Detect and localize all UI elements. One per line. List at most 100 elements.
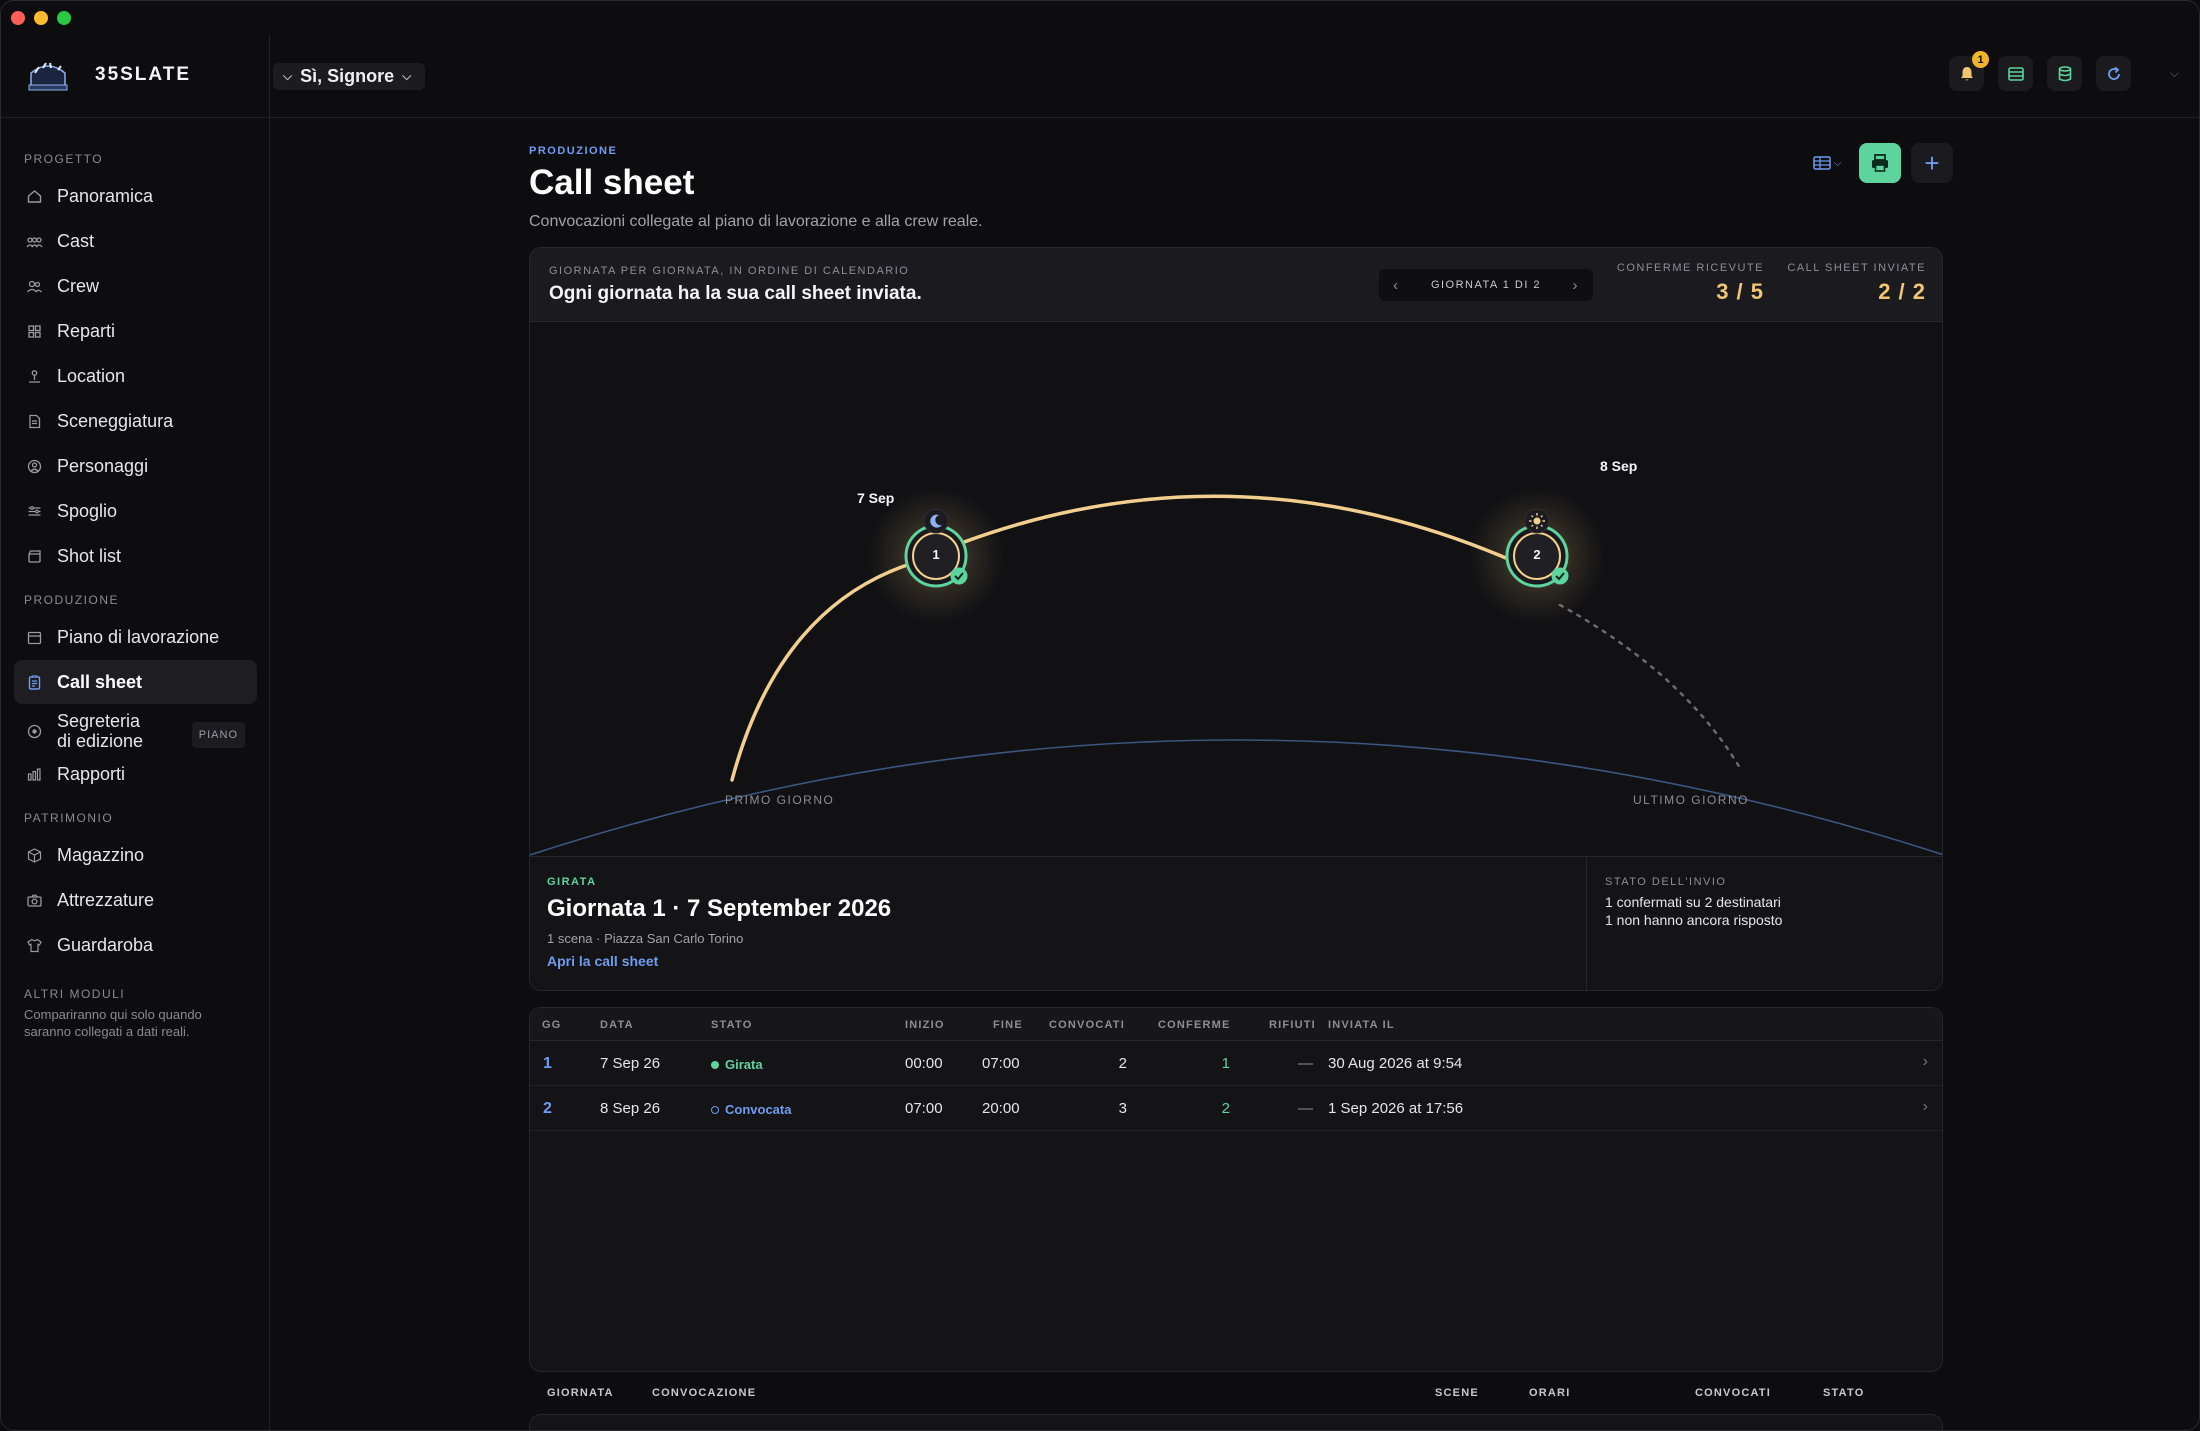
panel-eyebrow: GIORNATA PER GIORNATA, IN ORDINE DI CALE… [549, 265, 910, 277]
column-header-scene: SCENE [1435, 1387, 1479, 1399]
send-status: STATO DELL'INVIO 1 confermati su 2 desti… [1605, 876, 1782, 928]
view-mode-toggle[interactable]: ⌵ [1805, 144, 1849, 182]
open-call-sheet-link[interactable]: Apri la call sheet [547, 953, 658, 969]
status-dot-icon [711, 1060, 719, 1069]
column-header-stato: STATO [711, 1019, 753, 1031]
refresh-button[interactable] [2096, 56, 2131, 91]
refresh-icon [2107, 66, 2120, 80]
sidebar-item-label: Panoramica [57, 185, 154, 206]
cell-stato: Convocata [711, 1102, 791, 1117]
table-row[interactable]: 2 8 Sep 26 Convocata 07:00 20:00 3 2 — 1… [530, 1086, 1942, 1131]
camera-icon [26, 892, 43, 909]
project-selector[interactable]: ⌵ Sì, Signore ⌵ [273, 63, 426, 90]
sidebar-item-label: Crew [57, 275, 100, 296]
sidebar-item-label: Personaggi [57, 455, 149, 476]
section-label-progetto: PROGETTO [24, 152, 104, 166]
cell-convocati: 2 [1118, 1055, 1127, 1072]
stat-label: CALL SHEET INVIATE [1787, 262, 1926, 274]
day-navigator: ‹ GIORNATA 1 DI 2 › [1379, 269, 1593, 301]
first-day-label: PRIMO GIORNO [725, 793, 835, 807]
pin-icon [26, 368, 43, 385]
sidebar-item-cast[interactable]: Cast [14, 219, 257, 263]
cell-inizio: 00:00 [905, 1055, 943, 1072]
maximize-window-button[interactable] [57, 11, 71, 25]
sidebar-item-label: Attrezzature [57, 889, 155, 910]
sidebar-item-attrezzature[interactable]: Attrezzature [14, 878, 257, 922]
chevron-down-icon: ⌵ [283, 69, 293, 83]
sidebar-item-spoglio[interactable]: Spoglio [14, 489, 257, 533]
chevron-down-icon: ⌵ [1833, 157, 1842, 169]
send-status-confirmed: 1 confermati su 2 destinatari [1605, 894, 1781, 910]
close-window-button[interactable] [11, 11, 25, 25]
day-summary: GIRATA Giornata 1 · 7 September 2026 1 s… [547, 857, 1587, 990]
table-header: GG DATA STATO INIZIO FINE CONVOCATI CONF… [530, 1008, 1942, 1041]
sidebar-item-personaggi[interactable]: Personaggi [14, 444, 257, 488]
sidebar-item-segreteria-di-edizione[interactable]: Segreteria di edizione PIANO [14, 705, 257, 757]
header-actions: ⌵ + [1805, 143, 1953, 183]
plan-badge: PIANO [191, 722, 245, 748]
day-1-date-label: 7 Sep [857, 490, 895, 506]
day-2-date-label: 8 Sep [1600, 458, 1638, 474]
sidebar-item-label: Rapporti [57, 763, 126, 784]
print-button[interactable] [1859, 143, 1901, 183]
sidebar-item-location[interactable]: Location [14, 354, 257, 398]
sidebar-item-rapporti[interactable]: Rapporti [14, 752, 257, 796]
project-name: Sì, Signore [300, 66, 395, 86]
sidebar-item-sceneggiatura[interactable]: Sceneggiatura [14, 399, 257, 443]
check-icon-bg [950, 567, 968, 585]
sidebar-item-guardaroba[interactable]: Guardaroba [14, 923, 257, 967]
day-navigator-label: GIORNATA 1 DI 2 [1430, 279, 1542, 291]
window-controls [11, 11, 71, 25]
chevron-right-icon[interactable]: › [1573, 277, 1580, 294]
user-menu[interactable]: ⌵ [2145, 64, 2179, 84]
sidebar-item-label: Cast [57, 230, 95, 251]
column-header-convocazione: CONVOCAZIONE [652, 1387, 757, 1399]
sun-icon [1533, 517, 1541, 525]
cell-gg: 1 [543, 1055, 552, 1072]
cell-gg: 2 [543, 1100, 552, 1117]
column-header-rifiuti: RIFIUTI [1269, 1019, 1316, 1031]
cell-conferme: 1 [1221, 1055, 1230, 1072]
clapper-icon [26, 548, 43, 565]
sidebar-item-label: Spoglio [57, 500, 118, 521]
column-header-data: DATA [600, 1019, 634, 1031]
sidebar-item-call-sheet[interactable]: Call sheet [14, 660, 257, 704]
send-status-label: STATO DELL'INVIO [1605, 876, 1727, 888]
brand[interactable]: 35SLATE [23, 57, 191, 93]
sidebar-item-label: Sceneggiatura [57, 410, 174, 431]
stat-sent-sheets: CALL SHEET INVIATE 2 / 2 [1768, 262, 1926, 305]
table-view-button[interactable] [1998, 56, 2033, 91]
bell-icon [1960, 66, 1973, 80]
day-1-node[interactable]: 1 [916, 547, 956, 562]
notifications-button[interactable]: 1 [1949, 51, 1989, 91]
add-call-sheet-button[interactable]: + [1911, 143, 1953, 183]
users-icon [26, 233, 43, 250]
home-icon [26, 188, 43, 205]
sidebar-item-piano-di-lavorazione[interactable]: Piano di lavorazione [14, 615, 257, 659]
sidebar: PROGETTO Panoramica Cast Crew Reparti Lo… [1, 118, 270, 1430]
sidebar-item-magazzino[interactable]: Magazzino [14, 833, 257, 877]
top-actions: 1 ⌵ [1949, 51, 2179, 91]
status-ring-icon [711, 1105, 719, 1114]
sidebar-item-panoramica[interactable]: Panoramica [14, 174, 257, 218]
sidebar-item-label: Location [57, 365, 126, 386]
box-icon [26, 847, 43, 864]
printer-icon [1872, 154, 1888, 172]
cell-inizio: 07:00 [905, 1100, 943, 1117]
chevron-right-icon: › [1922, 1053, 1928, 1070]
sidebar-item-crew[interactable]: Crew [14, 264, 257, 308]
sidebar-item-reparti[interactable]: Reparti [14, 309, 257, 353]
sidebar-item-label: Shot list [57, 545, 122, 566]
day-2-node[interactable]: 2 [1517, 547, 1557, 562]
cell-inviata-il: 1 Sep 2026 at 17:56 [1328, 1100, 1464, 1117]
sidebar-item-shot-list[interactable]: Shot list [14, 534, 257, 578]
table-row[interactable]: 1 7 Sep 26 Girata 00:00 07:00 2 1 — 30 A… [530, 1041, 1942, 1086]
moon-icon-bg [923, 508, 949, 534]
stat-value: 2 / 2 [1878, 279, 1926, 304]
section-label-patrimonio: PATRIMONIO [24, 811, 114, 825]
remaining-arc [1558, 603, 1742, 770]
chevron-left-icon[interactable]: ‹ [1393, 277, 1400, 294]
minimize-window-button[interactable] [34, 11, 48, 25]
database-button[interactable] [2047, 56, 2082, 91]
app-window: 35SLATE ⌵ Sì, Signore ⌵ 1 ⌵ PROGETTO Pan… [0, 0, 2200, 1431]
